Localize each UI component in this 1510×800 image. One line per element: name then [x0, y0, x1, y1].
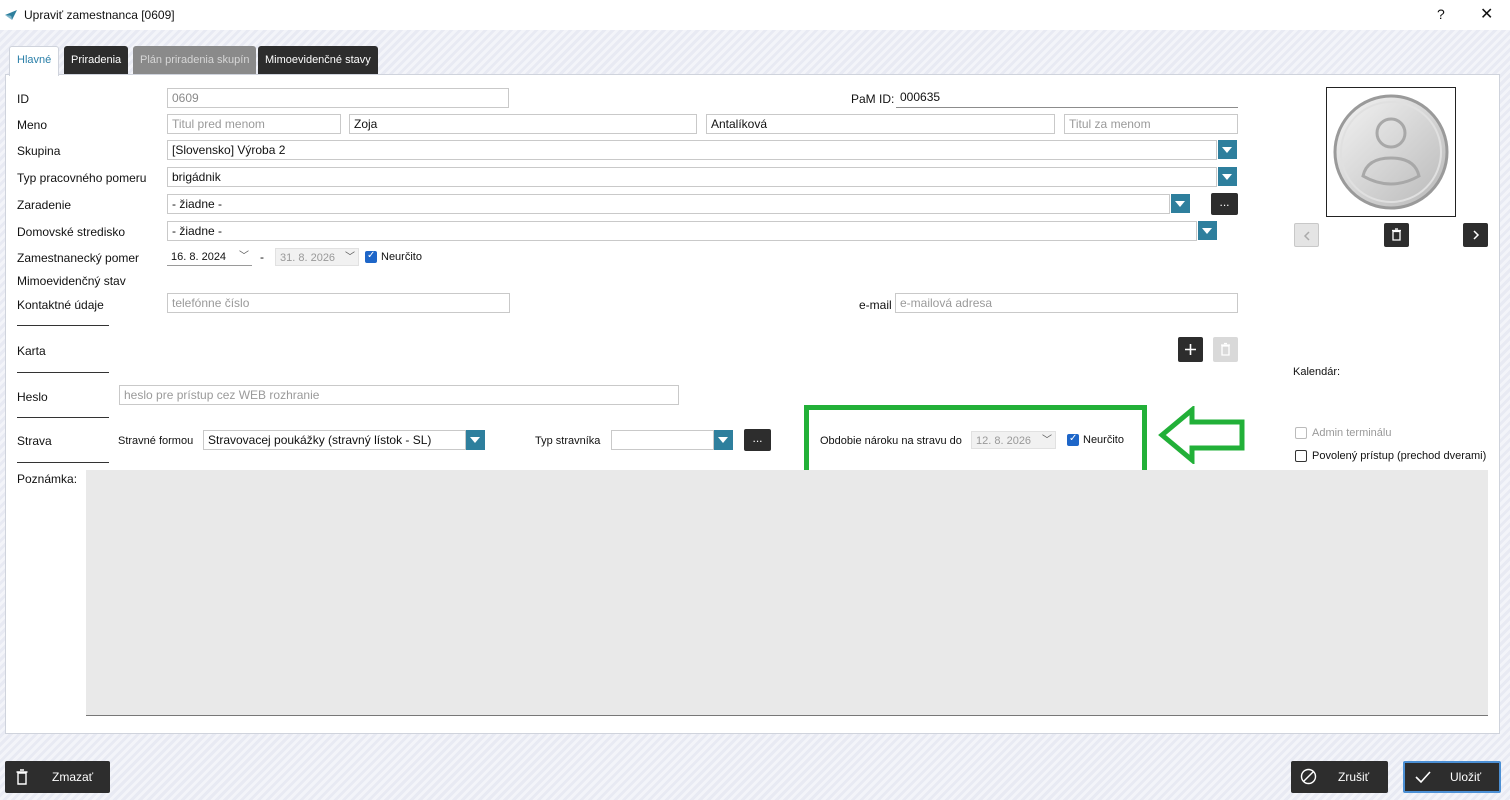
group-dropdown-icon[interactable] — [1218, 140, 1237, 159]
name-label: Meno — [17, 118, 48, 132]
password-input[interactable]: heslo pre prístup cez WEB rozhranie — [119, 385, 679, 405]
meal-form-dropdown-icon[interactable] — [466, 430, 485, 450]
chevron-right-icon — [1473, 230, 1480, 240]
cancel-button[interactable]: Zrušiť — [1291, 761, 1388, 793]
plus-icon — [1185, 344, 1196, 355]
employment-label: Zamestnanecký pomer — [17, 251, 140, 265]
first-name-input[interactable]: Zoja — [349, 114, 697, 134]
pam-id-label: PaM ID: — [851, 92, 895, 106]
highlight-box — [804, 405, 1147, 477]
separator — [17, 462, 109, 463]
home-center-dropdown-icon[interactable] — [1198, 221, 1217, 240]
admin-terminal-checkbox[interactable] — [1295, 427, 1307, 439]
employment-from-date[interactable]: 16. 8. 2024 ﹀ — [167, 248, 252, 266]
save-button[interactable]: Uložiť — [1403, 761, 1501, 793]
arrow-left-icon — [1158, 406, 1245, 464]
email-label: e-mail — [859, 298, 892, 312]
cancel-button-label: Zrušiť — [1338, 770, 1370, 784]
home-center-label: Domovské stredisko — [17, 225, 126, 239]
contact-label: Kontaktné údaje — [17, 298, 104, 312]
meal-form-select[interactable]: Stravovacej poukážky (stravný lístok - S… — [203, 430, 466, 450]
title-before-input[interactable]: Titul pred menom — [167, 114, 341, 134]
category-more-button[interactable]: ... — [1211, 193, 1238, 215]
separator — [17, 372, 109, 373]
trash-icon — [16, 769, 28, 785]
note-textarea[interactable] — [86, 470, 1488, 716]
group-select[interactable]: [Slovensko] Výroba 2 — [167, 140, 1217, 160]
trash-icon — [1392, 228, 1401, 241]
last-name-input[interactable]: Antalíková — [706, 114, 1055, 134]
diner-type-dropdown-icon[interactable] — [714, 430, 733, 450]
tab-hlavne[interactable]: Hlavné — [9, 46, 59, 76]
employment-type-label: Typ pracovného pomeru — [17, 171, 147, 185]
diner-type-label: Typ stravníka — [535, 435, 601, 447]
add-card-button[interactable] — [1178, 337, 1203, 362]
employment-type-select[interactable]: brigádnik — [167, 167, 1217, 187]
delete-photo-button[interactable] — [1384, 223, 1409, 247]
id-input[interactable]: 0609 — [167, 88, 509, 108]
employment-dash: - — [260, 250, 264, 264]
separator — [17, 325, 109, 326]
email-input[interactable]: e-mailová adresa — [895, 293, 1238, 313]
category-dropdown-icon[interactable] — [1171, 194, 1190, 213]
tab-mimoevidencne-stavy[interactable]: Mimoevidenčné stavy — [258, 46, 378, 74]
employment-indefinite-label: Neurčito — [381, 251, 422, 263]
employment-from-value: 16. 8. 2024 — [171, 251, 227, 263]
allowed-access-checkbox[interactable] — [1295, 450, 1307, 462]
meal-label: Strava — [17, 434, 52, 448]
tab-plan-priradenia-skupin[interactable]: Plán priradenia skupín — [133, 46, 257, 74]
delete-button[interactable]: Zmazať — [5, 761, 110, 793]
cancel-icon — [1300, 768, 1317, 785]
id-label: ID — [17, 92, 29, 106]
home-center-select[interactable]: - žiadne - — [167, 221, 1197, 241]
avatar-icon — [1333, 94, 1449, 210]
phone-input[interactable]: telefónne číslo — [167, 293, 510, 313]
delete-card-button[interactable] — [1213, 337, 1238, 362]
category-label: Zaradenie — [17, 198, 72, 212]
title-bar — [0, 0, 1510, 30]
employment-indefinite-checkbox[interactable] — [365, 250, 377, 263]
next-photo-button[interactable] — [1463, 223, 1488, 247]
app-logo-icon — [5, 10, 17, 20]
trash-icon — [1221, 342, 1230, 356]
chevron-down-icon: ﹀ — [239, 251, 249, 262]
pam-id-input[interactable]: 000635 — [896, 88, 1238, 108]
diner-type-more-button[interactable]: ... — [744, 429, 771, 451]
allowed-access-label: Povolený prístup (prechod dverami) — [1312, 450, 1487, 462]
employee-photo — [1326, 87, 1456, 217]
employment-type-dropdown-icon[interactable] — [1218, 167, 1237, 186]
separator — [17, 417, 109, 418]
employment-to-date[interactable]: 31. 8. 2026 ﹀ — [275, 248, 359, 266]
category-select[interactable]: - žiadne - — [167, 194, 1170, 214]
window-title: Upraviť zamestnanca [0609] — [24, 8, 175, 22]
calendar-label: Kalendár: — [1293, 366, 1341, 378]
group-label: Skupina — [17, 144, 61, 158]
delete-button-label: Zmazať — [52, 770, 94, 784]
diner-type-select[interactable] — [611, 430, 714, 450]
prev-photo-button[interactable] — [1294, 223, 1319, 247]
chevron-down-icon: ﹀ — [345, 252, 355, 263]
admin-terminal-label: Admin terminálu — [1312, 427, 1392, 439]
save-button-label: Uložiť — [1450, 770, 1482, 784]
close-button[interactable]: ✕ — [1480, 4, 1493, 24]
note-label: Poznámka: — [17, 472, 78, 486]
off-record-label: Mimoevidenčný stav — [17, 274, 126, 288]
help-button[interactable]: ? — [1437, 6, 1445, 22]
title-after-input[interactable]: Titul za menom — [1064, 114, 1238, 134]
employment-to-value: 31. 8. 2026 — [280, 252, 336, 264]
chevron-left-icon — [1303, 231, 1310, 241]
password-label: Heslo — [17, 390, 48, 404]
check-icon — [1415, 771, 1431, 784]
card-label: Karta — [17, 344, 46, 358]
meal-form-label: Stravné formou — [118, 435, 194, 447]
tab-priradenia[interactable]: Priradenia — [64, 46, 129, 74]
